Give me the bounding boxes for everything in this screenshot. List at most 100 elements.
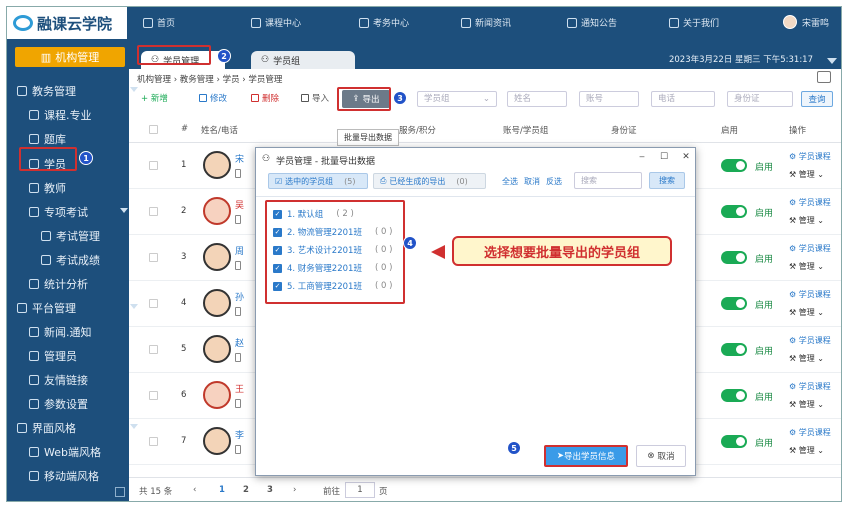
import-button[interactable]: 导入 (301, 92, 329, 104)
printer-icon[interactable] (817, 71, 831, 83)
group-search-input[interactable]: 搜索 (574, 172, 642, 189)
row-checkbox[interactable] (149, 161, 158, 170)
enabled-toggle[interactable] (721, 251, 747, 264)
row-checkbox[interactable] (149, 391, 158, 400)
sidebar-item-web-style[interactable]: Web端风格 (29, 442, 101, 462)
manage-dropdown[interactable]: ⚒ 管理 ⌄ (789, 353, 824, 364)
enabled-toggle[interactable] (721, 159, 747, 172)
nav-about[interactable]: 关于我们 (669, 16, 719, 29)
enabled-toggle[interactable] (721, 205, 747, 218)
student-name[interactable]: 李 (235, 428, 244, 441)
add-button[interactable]: + 新增 (141, 92, 168, 104)
nav-course-center[interactable]: 课程中心 (251, 16, 301, 29)
nav-notices[interactable]: 通知公告 (567, 16, 617, 29)
student-course-link[interactable]: ⚙ 学员课程 (789, 289, 831, 300)
select-all-link[interactable]: 全选 (502, 176, 518, 187)
page-button[interactable]: 2 (243, 485, 249, 495)
delete-button[interactable]: 删除 (251, 92, 279, 104)
maximize-icon[interactable]: ☐ (659, 152, 669, 162)
minimize-icon[interactable]: ‒ (637, 152, 647, 162)
tab-student-groups[interactable]: ⚇ 学员组 (251, 51, 355, 69)
student-course-link[interactable]: ⚙ 学员课程 (789, 335, 831, 346)
sidebar-item-settings[interactable]: 参数设置 (29, 394, 88, 414)
sidebar-item-platform[interactable]: 平台管理 (17, 298, 138, 318)
select-all-checkbox[interactable] (149, 125, 158, 134)
student-name[interactable]: 王 (235, 382, 244, 395)
row-checkbox[interactable] (149, 253, 158, 262)
deselect-link[interactable]: 取消 (524, 176, 540, 187)
nav-home[interactable]: 首页 (143, 16, 175, 29)
edit-button[interactable]: 修改 (199, 92, 227, 104)
nav-exam-center[interactable]: 考务中心 (359, 16, 409, 29)
row-checkbox[interactable] (149, 345, 158, 354)
student-name[interactable]: 赵 (235, 336, 244, 349)
account-input[interactable]: 账号 (579, 91, 639, 107)
sidebar-item-courses[interactable]: 课程.专业 (29, 105, 92, 125)
sidebar-item-special-exam[interactable]: 专项考试 (29, 202, 128, 222)
grid-icon[interactable] (115, 487, 125, 497)
row-checkbox[interactable] (149, 437, 158, 446)
sidebar-item-admins[interactable]: 管理员 (29, 346, 77, 366)
student-course-link[interactable]: ⚙ 学员课程 (789, 381, 831, 392)
name-input[interactable]: 姓名 (507, 91, 567, 107)
manage-dropdown[interactable]: ⚒ 管理 ⌄ (789, 307, 824, 318)
phone-input[interactable]: 电话 (651, 91, 715, 107)
sidebar-item-links[interactable]: 友情链接 (29, 370, 88, 390)
manage-dropdown[interactable]: ⚒ 管理 ⌄ (789, 169, 824, 180)
chevron-down-icon[interactable] (827, 58, 837, 64)
enabled-toggle[interactable] (721, 343, 747, 356)
invert-selection-link[interactable]: 反选 (546, 176, 562, 187)
student-course-link[interactable]: ⚙ 学员课程 (789, 197, 831, 208)
group-checkbox-item[interactable]: ✓ 2. 物流管理2201班( 0 ) (273, 224, 392, 240)
row-checkbox[interactable] (149, 207, 158, 216)
next-page-button[interactable]: › (293, 485, 296, 495)
page-button[interactable]: 1 (219, 485, 225, 495)
group-checkbox-item[interactable]: ✓ 4. 财务管理2201班( 0 ) (273, 260, 392, 276)
group-checkbox-item[interactable]: ✓ 1. 默认组( 2 ) (273, 206, 354, 222)
student-name[interactable]: 吴 (235, 198, 244, 211)
student-name[interactable]: 宋 (235, 152, 244, 165)
sidebar-item-question-bank[interactable]: 题库 (29, 129, 66, 149)
student-course-link[interactable]: ⚙ 学员课程 (789, 243, 831, 254)
group-search-button[interactable]: 搜索 (649, 172, 685, 189)
manage-dropdown[interactable]: ⚒ 管理 ⌄ (789, 399, 824, 410)
sidebar-item-academic[interactable]: 教务管理 (17, 81, 138, 101)
manage-dropdown[interactable]: ⚒ 管理 ⌄ (789, 445, 824, 456)
student-course-link[interactable]: ⚙ 学员课程 (789, 151, 831, 162)
student-group-select[interactable]: 学员组 ⌄ (417, 91, 497, 107)
divider (256, 196, 695, 197)
group-checkbox-item[interactable]: ✓ 3. 艺术设计2201班( 0 ) (273, 242, 392, 258)
nav-news[interactable]: 新闻资讯 (461, 16, 511, 29)
tab-selected-groups[interactable]: ☑ 选中的学员组 (5) (268, 173, 368, 189)
sidebar-item-exam-scores[interactable]: 考试成绩 (41, 250, 100, 270)
sidebar-item-exam-management[interactable]: 考试管理 (41, 226, 100, 246)
enabled-toggle[interactable] (721, 389, 747, 402)
page-button[interactable]: 3 (267, 485, 273, 495)
sidebar-item-news[interactable]: 新闻.通知 (29, 322, 92, 342)
manage-dropdown[interactable]: ⚒ 管理 ⌄ (789, 261, 824, 272)
query-button[interactable]: 查询 (801, 91, 833, 107)
student-course-link[interactable]: ⚙ 学员课程 (789, 427, 831, 438)
sidebar-item-teachers[interactable]: 教师 (29, 178, 66, 198)
student-name[interactable]: 孙 (235, 290, 244, 303)
sidebar-item-statistics[interactable]: 统计分析 (29, 274, 88, 294)
student-name[interactable]: 周 (235, 244, 244, 257)
enabled-toggle[interactable] (721, 435, 747, 448)
cancel-button[interactable]: ⊗ 取消 (636, 445, 686, 467)
page-number-input[interactable]: 1 (345, 482, 375, 498)
row-checkbox[interactable] (149, 299, 158, 308)
manage-dropdown[interactable]: ⚒ 管理 ⌄ (789, 215, 824, 226)
group-checkbox-item[interactable]: ✓ 5. 工商管理2201班( 0 ) (273, 278, 392, 294)
org-management-button[interactable]: ▥ 机构管理 (15, 47, 125, 67)
user-menu[interactable]: 宋雷鸣 (782, 15, 829, 29)
close-icon[interactable]: ✕ (681, 152, 691, 162)
prev-page-button[interactable]: ‹ (193, 485, 196, 495)
id-card-input[interactable]: 身份证 (727, 91, 793, 107)
export-student-info-button[interactable]: ➤ 导出学员信息 (544, 445, 628, 467)
tab-generated-exports[interactable]: ⎙ 已经生成的导出 (0) (373, 173, 486, 189)
avatar (203, 381, 231, 409)
enabled-toggle[interactable] (721, 297, 747, 310)
sidebar-item-ui-style[interactable]: 界面风格 (17, 418, 138, 438)
sidebar-item-mobile-style[interactable]: 移动端风格 (29, 466, 99, 486)
callout-arrow (431, 245, 445, 259)
